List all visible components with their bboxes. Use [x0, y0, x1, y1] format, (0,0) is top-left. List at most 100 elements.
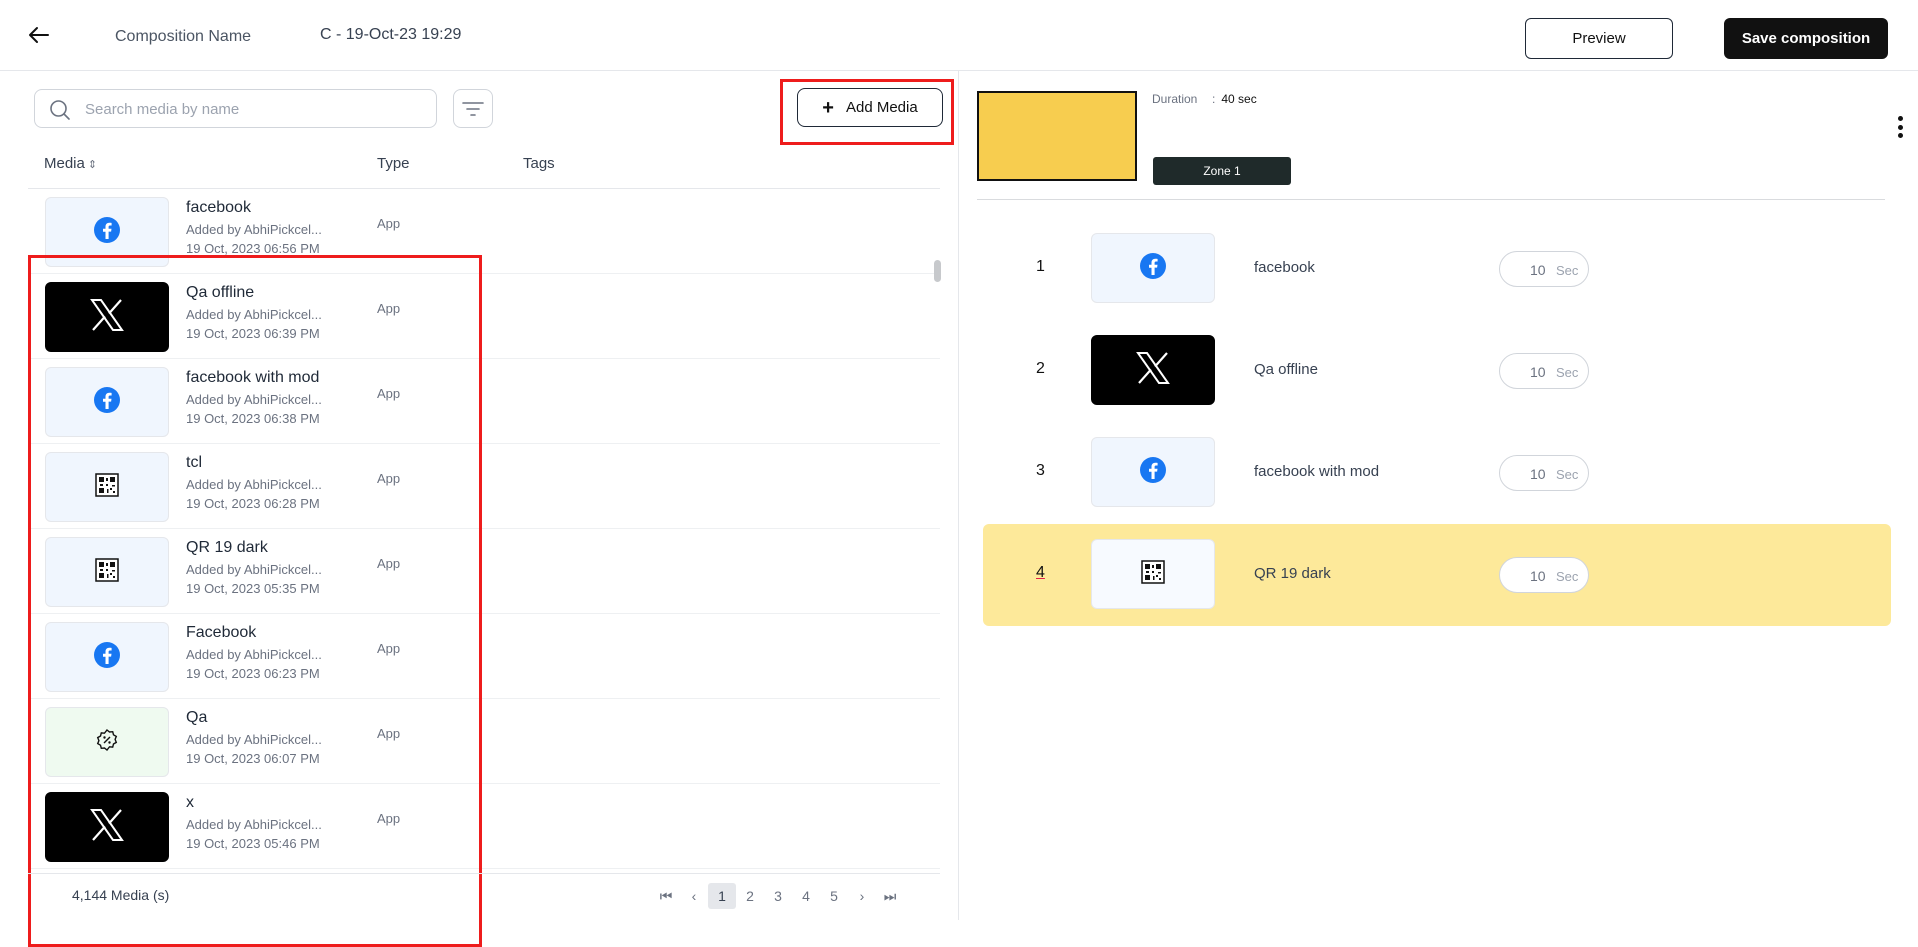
duration-value: :40 sec [1212, 92, 1257, 106]
first-page-icon[interactable]: ⏮ [652, 883, 680, 909]
media-added-by: Added by AbhiPickcel... [186, 732, 322, 747]
page-button-4[interactable]: 4 [792, 883, 820, 909]
media-added-by: Added by AbhiPickcel... [186, 562, 322, 577]
qr-code-icon [95, 472, 119, 502]
duration-unit: Sec [1556, 365, 1579, 380]
top-bar: Composition Name C - 19-Oct-23 19:29 Pre… [0, 0, 1918, 71]
search-icon [50, 100, 70, 120]
add-media-label: Add Media [845, 99, 918, 116]
zone-playlist-item[interactable]: 1 facebook 10 Sec [983, 218, 1891, 320]
media-name: facebook [186, 199, 251, 216]
item-duration-input[interactable]: 10 Sec [1499, 353, 1589, 389]
media-type: App [377, 471, 401, 486]
media-thumbnail[interactable] [45, 452, 169, 522]
facebook-icon [1139, 252, 1167, 285]
duration-unit: Sec [1556, 569, 1579, 584]
last-page-icon[interactable]: ⏭ [876, 883, 904, 909]
qr-code-icon [95, 557, 119, 587]
media-name: QR 19 dark [186, 539, 268, 556]
preview-button[interactable]: Preview [1525, 18, 1673, 59]
back-arrow-icon[interactable] [26, 22, 52, 48]
media-thumbnail[interactable] [45, 792, 169, 862]
media-type: App [377, 811, 401, 826]
page-button-5[interactable]: 5 [820, 883, 848, 909]
item-order-number: 2 [1036, 360, 1045, 377]
duration-value: 10 [1530, 364, 1546, 380]
media-list-scrollbar[interactable] [934, 260, 941, 282]
item-name: facebook [1254, 259, 1315, 276]
footer-divider [28, 873, 940, 874]
media-type: App [377, 556, 401, 571]
add-media-button[interactable]: + Add Media [797, 88, 943, 127]
item-order-number: 3 [1036, 462, 1045, 479]
media-date: 19 Oct, 2023 06:28 PM [186, 496, 320, 511]
item-duration-input[interactable]: 10 Sec [1499, 251, 1589, 287]
media-list-item[interactable]: facebook with mod Added by AbhiPickcel...… [28, 359, 940, 444]
save-composition-button[interactable]: Save composition [1724, 18, 1888, 59]
media-list-item[interactable]: Qa Added by AbhiPickcel... 19 Oct, 2023 06… [28, 699, 940, 784]
media-name: facebook with mod [186, 369, 320, 386]
x-logo-icon [89, 808, 125, 847]
zone-tab-1[interactable]: Zone 1 [1153, 157, 1291, 185]
media-type: App [377, 386, 401, 401]
filter-button[interactable] [453, 89, 493, 128]
zone-divider [977, 199, 1885, 200]
item-name: Qa offline [1254, 361, 1318, 378]
item-name: facebook with mod [1254, 463, 1380, 480]
column-header-tags: Tags [523, 155, 555, 172]
media-thumbnail[interactable] [45, 197, 169, 267]
x-logo-icon [89, 298, 125, 337]
duration-unit: Sec [1556, 467, 1579, 482]
facebook-icon [93, 641, 121, 674]
column-header-media[interactable]: Media ⇕ [44, 155, 97, 172]
media-list-item[interactable]: x Added by AbhiPickcel... 19 Oct, 2023 05:… [28, 784, 940, 869]
media-date: 19 Oct, 2023 06:38 PM [186, 411, 320, 426]
sort-icon[interactable]: ⇕ [88, 159, 97, 171]
item-name: QR 19 dark [1254, 565, 1331, 582]
media-thumbnail[interactable] [45, 622, 169, 692]
zone-playlist-item[interactable]: 3 facebook with mod 10 Sec [983, 422, 1891, 524]
item-duration-input[interactable]: 10 Sec [1499, 455, 1589, 491]
pagination: ⏮ ‹ 1 2 3 4 5 › ⏭ [652, 883, 904, 909]
facebook-icon [93, 216, 121, 249]
media-thumbnail[interactable] [45, 282, 169, 352]
item-duration-input[interactable]: 10 Sec [1499, 557, 1589, 593]
duration-value: 10 [1530, 262, 1546, 278]
media-date: 19 Oct, 2023 06:23 PM [186, 666, 320, 681]
zone-layout-preview[interactable] [977, 91, 1137, 181]
more-options-icon[interactable] [1897, 116, 1903, 138]
composition-name-value[interactable]: C - 19-Oct-23 19:29 [320, 26, 461, 44]
next-page-icon[interactable]: › [848, 883, 876, 909]
x-logo-icon [1135, 351, 1171, 390]
filter-icon [462, 101, 484, 116]
page-button-3[interactable]: 3 [764, 883, 792, 909]
media-added-by: Added by AbhiPickcel... [186, 477, 322, 492]
media-thumbnail[interactable] [45, 707, 169, 777]
media-list-item[interactable]: QR 19 dark Added by AbhiPickcel... 19 Oct,… [28, 529, 940, 614]
media-date: 19 Oct, 2023 05:46 PM [186, 836, 320, 851]
media-type: App [377, 641, 401, 656]
media-list-item[interactable]: facebook Added by AbhiPickcel... 19 Oct, 2… [28, 189, 940, 274]
media-type: App [377, 301, 401, 316]
media-list-item[interactable]: tcl Added by AbhiPickcel... 19 Oct, 2023 0… [28, 444, 940, 529]
page-button-1[interactable]: 1 [708, 883, 736, 909]
media-name: tcl [186, 454, 202, 471]
media-added-by: Added by AbhiPickcel... [186, 222, 322, 237]
media-added-by: Added by AbhiPickcel... [186, 817, 322, 832]
plus-icon: + [822, 96, 834, 119]
media-thumbnail[interactable] [45, 367, 169, 437]
zone-playlist-item[interactable]: 4 QR 19 dark 10 Sec [983, 524, 1891, 626]
media-list-item[interactable]: Qa offline Added by AbhiPickcel... 19 Oct,… [28, 274, 940, 359]
media-name: Facebook [186, 624, 257, 641]
duration-unit: Sec [1556, 263, 1579, 278]
zone-playlist-item[interactable]: 2 Qa offline 10 Sec [983, 320, 1891, 422]
duration-label: Duration [1152, 92, 1198, 106]
prev-page-icon[interactable]: ‹ [680, 883, 708, 909]
media-thumbnail[interactable] [45, 537, 169, 607]
media-date: 19 Oct, 2023 06:56 PM [186, 241, 320, 256]
media-list-item[interactable]: Facebook Added by AbhiPickcel... 19 Oct, 2… [28, 614, 940, 699]
media-type: App [377, 726, 401, 741]
page-button-2[interactable]: 2 [736, 883, 764, 909]
search-media-input[interactable]: Search media by name [34, 89, 437, 128]
duration-value: 10 [1530, 568, 1546, 584]
